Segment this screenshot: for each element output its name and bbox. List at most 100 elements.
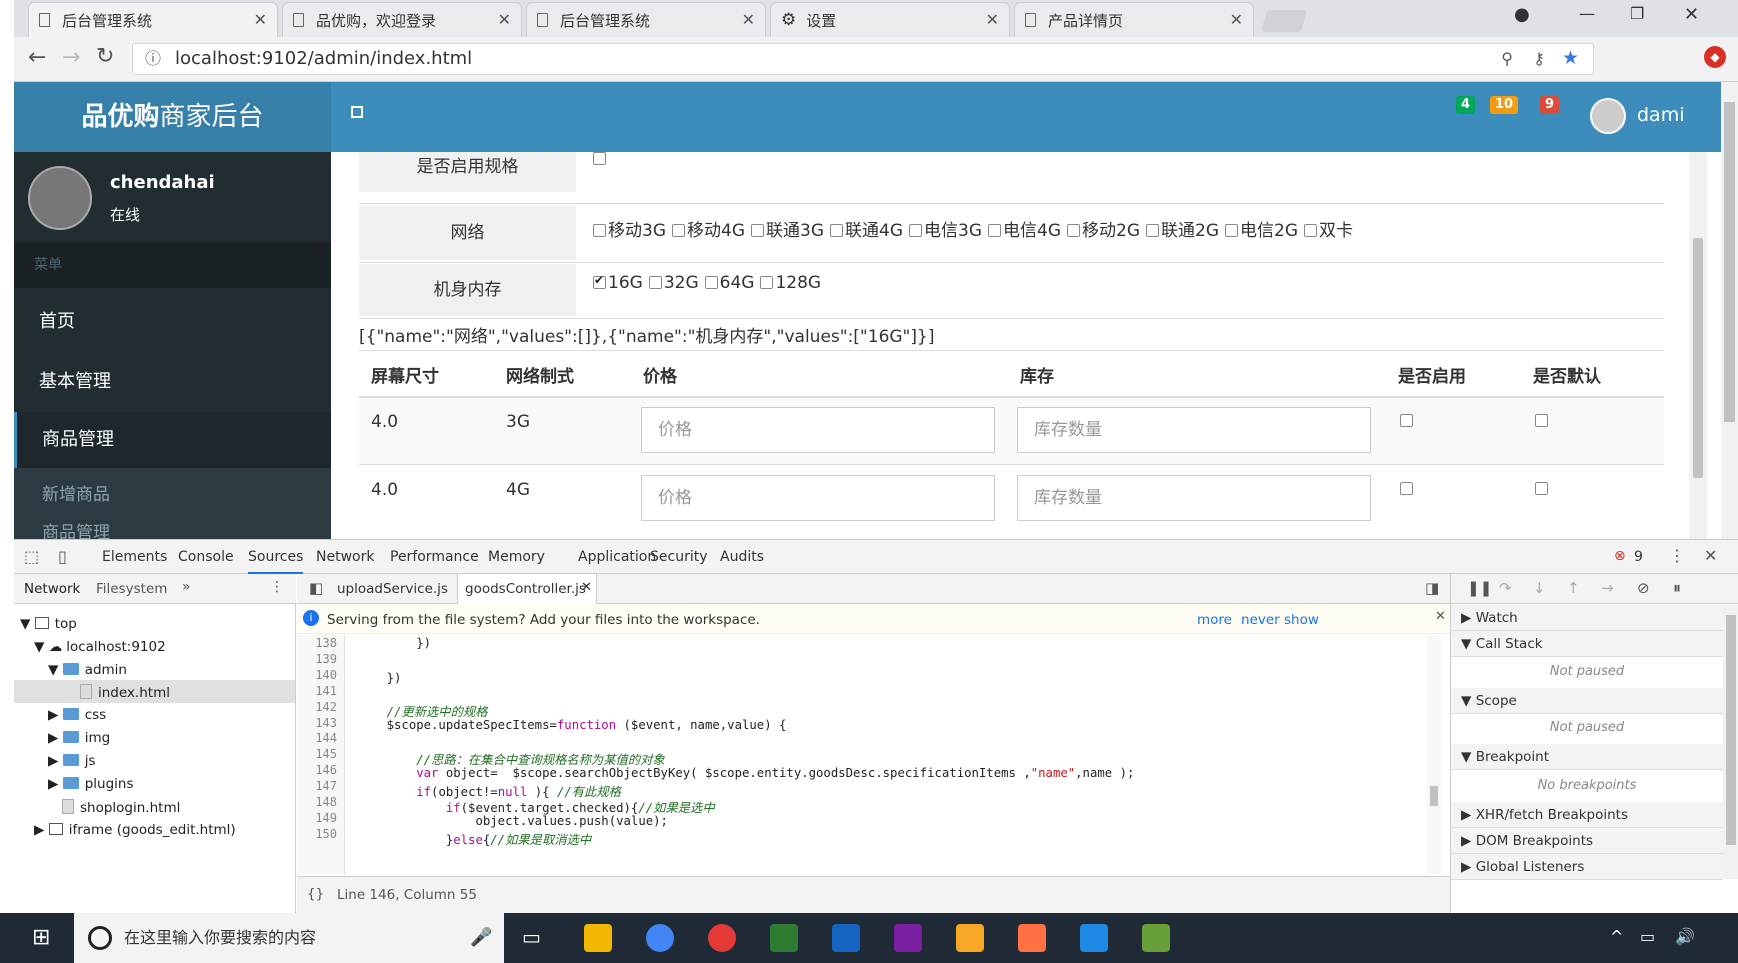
close-icon[interactable]: ✕ (986, 10, 999, 29)
network-option[interactable]: 电信2G (1225, 221, 1298, 241)
tree-item-js[interactable]: ▶ js (48, 753, 95, 769)
checkbox[interactable] (1067, 224, 1080, 237)
network-option[interactable]: 移动4G (672, 221, 745, 241)
checkbox[interactable] (1304, 224, 1317, 237)
profile-icon[interactable]: ● (1514, 4, 1530, 25)
step-over-icon[interactable]: ↷ (1499, 579, 1512, 597)
line-number[interactable]: 142 (297, 700, 337, 714)
sidebar-item-goods[interactable]: 商品管理 (14, 412, 331, 468)
devtools-tab-audits[interactable]: Audits (720, 549, 764, 565)
network-option[interactable]: 电信4G (988, 221, 1061, 241)
section-xhr-breakpoints[interactable]: ▶ XHR/fetch Breakpoints (1451, 802, 1723, 828)
extension-icon[interactable]: ◆ (1704, 46, 1726, 68)
line-number[interactable]: 144 (297, 731, 337, 745)
more-icon[interactable]: ⋮ (270, 579, 284, 595)
key-icon[interactable]: ⚷ (1533, 44, 1545, 74)
network-option[interactable]: 移动3G (593, 221, 666, 241)
close-devtools-icon[interactable]: ✕ (1704, 546, 1717, 565)
checkbox[interactable] (593, 224, 606, 237)
line-number[interactable]: 141 (297, 684, 337, 698)
avatar[interactable] (1590, 98, 1626, 134)
line-number[interactable]: 143 (297, 716, 337, 730)
scrollbar-thumb[interactable] (1726, 615, 1736, 845)
browser-tab-admin-1[interactable]: 后台管理系统 ✕ (28, 2, 278, 37)
tasks-badge[interactable]: 9 (1540, 96, 1560, 114)
stock-input[interactable]: 库存数量 (1017, 475, 1371, 521)
devtools-tab-network[interactable]: Network (316, 549, 374, 565)
devtools-tab-application[interactable]: Application (578, 549, 656, 565)
step-into-icon[interactable]: ↓ (1533, 579, 1546, 597)
checkbox[interactable] (988, 224, 1001, 237)
price-input[interactable]: 价格 (641, 407, 995, 453)
memory-option[interactable]: 64G (704, 273, 754, 293)
tree-item-img[interactable]: ▶ img (48, 730, 110, 746)
app-icon[interactable] (1142, 924, 1170, 952)
header-username[interactable]: dami (1637, 104, 1685, 126)
scrollbar-thumb[interactable] (1693, 238, 1703, 478)
more-icon[interactable]: ⋮ (1669, 546, 1685, 565)
section-call-stack[interactable]: ▼ Call Stack (1451, 631, 1723, 657)
section-breakpoints[interactable]: ▼ Breakpoint (1451, 744, 1723, 770)
section-watch[interactable]: ▶ Watch (1451, 605, 1723, 631)
pdf-icon[interactable] (1018, 924, 1046, 952)
price-input[interactable]: 价格 (641, 475, 995, 521)
memory-option[interactable]: 32G (648, 273, 699, 293)
default-checkbox[interactable] (1535, 482, 1548, 495)
pretty-print-icon[interactable]: {} (307, 886, 324, 902)
tree-item-index[interactable]: index.html (80, 684, 170, 701)
windows-start-icon[interactable]: ⊞ (32, 925, 50, 950)
tree-item-admin[interactable]: ▼ admin (48, 662, 127, 678)
tree-item-top[interactable]: ▼ top (20, 616, 77, 632)
browser-tab-admin-2[interactable]: 后台管理系统 ✕ (526, 2, 766, 37)
step-icon[interactable]: → (1601, 579, 1614, 597)
toggle-debugger-icon[interactable]: ◨ (1425, 579, 1439, 597)
section-scope[interactable]: ▼ Scope (1451, 688, 1723, 714)
checkbox[interactable] (909, 224, 922, 237)
app-logo[interactable]: 品优购商家后台 (14, 82, 331, 152)
enabled-checkbox[interactable] (1400, 482, 1413, 495)
line-number[interactable]: 139 (297, 652, 337, 666)
checkbox[interactable] (672, 224, 685, 237)
network-option[interactable]: 双卡 (1304, 221, 1353, 241)
checkbox[interactable] (648, 276, 662, 289)
browser-tab-settings[interactable]: ⚙ 设置 ✕ (770, 2, 1010, 37)
editor-scrollbar[interactable] (1427, 636, 1441, 874)
chevron-right-icon[interactable]: » (182, 579, 191, 595)
network-option[interactable]: 电信3G (909, 221, 982, 241)
file-tab-goods-controller[interactable]: goodsController.js (465, 581, 586, 597)
line-number[interactable]: 145 (297, 747, 337, 761)
network-option[interactable]: 移动2G (1067, 221, 1140, 241)
scrollbar-thumb[interactable] (1430, 786, 1438, 806)
memory-option[interactable]: 16G (593, 273, 643, 293)
checkbox[interactable] (830, 224, 843, 237)
error-icon[interactable]: ⊗ (1614, 548, 1626, 564)
tab-filesystem[interactable]: Filesystem (96, 581, 167, 597)
minimize-icon[interactable]: — (1579, 4, 1595, 23)
close-icon[interactable]: ✕ (498, 10, 511, 29)
intellij-icon[interactable] (894, 924, 922, 952)
notifications-badge[interactable]: 10 (1490, 96, 1519, 114)
app-icon[interactable] (584, 924, 612, 952)
line-number[interactable]: 148 (297, 795, 337, 809)
line-number[interactable]: 140 (297, 668, 337, 682)
checkbox[interactable] (751, 224, 764, 237)
info-never-show-link[interactable]: never show (1241, 612, 1319, 628)
deactivate-breakpoints-icon[interactable]: ⊘ (1637, 579, 1650, 597)
messages-badge[interactable]: 4 (1456, 96, 1476, 114)
memory-option[interactable]: 128G (760, 273, 821, 293)
close-icon[interactable]: ✕ (581, 580, 592, 595)
app-icon[interactable] (832, 924, 860, 952)
file-tab-upload[interactable]: uploadService.js (337, 581, 448, 597)
checkbox[interactable] (1225, 224, 1238, 237)
section-global-listeners[interactable]: ▶ Global Listeners (1451, 854, 1723, 880)
info-more-link[interactable]: more (1197, 612, 1232, 628)
taskbar-search[interactable]: 在这里输入你要搜索的内容 🎤 (74, 913, 504, 963)
close-icon[interactable]: ✕ (1230, 10, 1243, 29)
task-view-icon[interactable]: ▭ (522, 925, 541, 949)
browser-tab-product[interactable]: 产品详情页 ✕ (1014, 2, 1254, 37)
pause-icon[interactable]: ❚❚ (1467, 579, 1492, 597)
devtools-tab-sources[interactable]: Sources (248, 549, 304, 574)
devtools-tab-elements[interactable]: Elements (102, 549, 167, 565)
app-icon[interactable] (770, 924, 798, 952)
checkbox[interactable] (1146, 224, 1159, 237)
